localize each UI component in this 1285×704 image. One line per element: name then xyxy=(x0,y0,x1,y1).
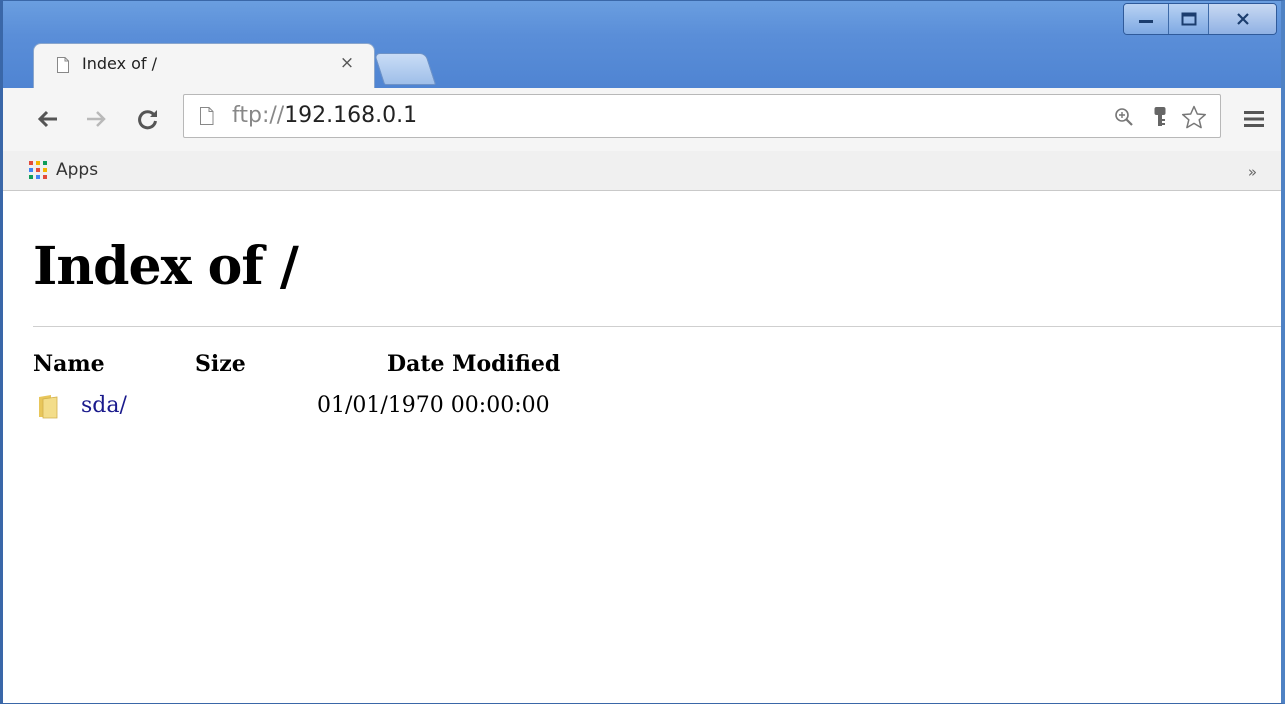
maximize-button[interactable] xyxy=(1168,4,1208,34)
folder-icon xyxy=(39,395,58,419)
page-icon xyxy=(57,57,69,73)
entry-link[interactable]: sda/ xyxy=(81,393,127,418)
close-window-button[interactable] xyxy=(1208,4,1276,34)
bookmark-star-button[interactable] xyxy=(1180,105,1208,129)
zoom-icon xyxy=(1115,108,1133,126)
reload-icon xyxy=(138,110,157,130)
key-icon xyxy=(1154,107,1166,126)
column-header-name[interactable]: Name xyxy=(33,351,105,377)
maximize-icon xyxy=(1181,12,1196,26)
menu-icon xyxy=(1244,111,1264,127)
minimize-icon xyxy=(1139,20,1153,23)
tab-close-icon[interactable]: × xyxy=(338,54,356,72)
password-key-button[interactable] xyxy=(1150,105,1170,129)
apps-grid-icon xyxy=(29,161,47,179)
title-bar: Index of / × xyxy=(3,1,1281,89)
zoom-button[interactable] xyxy=(1112,105,1136,129)
back-icon xyxy=(37,110,57,128)
browser-window: Index of / × ftp://192.168.0.1 Apps » In… xyxy=(0,0,1285,704)
page-title: Index of / xyxy=(33,236,299,297)
tab-active[interactable]: Index of / × xyxy=(33,43,375,89)
tab-title: Index of / xyxy=(82,54,158,73)
bookmarks-overflow-button[interactable]: » xyxy=(1248,163,1257,181)
close-icon xyxy=(1236,13,1249,25)
page-content: Index of / Name Size Date Modified sda/ … xyxy=(3,191,1281,703)
apps-label: Apps xyxy=(56,160,99,180)
chrome-menu-button[interactable] xyxy=(1241,104,1267,134)
column-header-size[interactable]: Size xyxy=(195,351,246,377)
url-host: 192.168.0.1 xyxy=(284,103,418,128)
forward-button[interactable] xyxy=(81,104,111,134)
forward-icon xyxy=(87,111,106,127)
apps-shortcut[interactable]: Apps xyxy=(29,156,98,184)
entry-date-modified: 01/01/1970 00:00:00 xyxy=(317,393,550,418)
page-icon xyxy=(200,107,214,125)
new-tab-button[interactable] xyxy=(373,53,437,85)
bookmarks-bar: Apps » xyxy=(3,151,1281,191)
divider xyxy=(33,326,1281,327)
column-header-date-modified[interactable]: Date Modified xyxy=(387,351,560,377)
back-button[interactable] xyxy=(33,104,63,134)
window-controls xyxy=(1123,3,1277,35)
url-scheme: ftp:// xyxy=(232,103,285,128)
minimize-button[interactable] xyxy=(1124,4,1168,34)
list-item: sda/ 01/01/1970 00:00:00 xyxy=(33,393,633,423)
star-icon xyxy=(1181,105,1207,129)
toolbar: ftp://192.168.0.1 xyxy=(3,88,1281,151)
address-bar[interactable]: ftp://192.168.0.1 xyxy=(183,94,1221,138)
url-text: ftp://192.168.0.1 xyxy=(232,103,417,129)
reload-button[interactable] xyxy=(133,104,163,134)
